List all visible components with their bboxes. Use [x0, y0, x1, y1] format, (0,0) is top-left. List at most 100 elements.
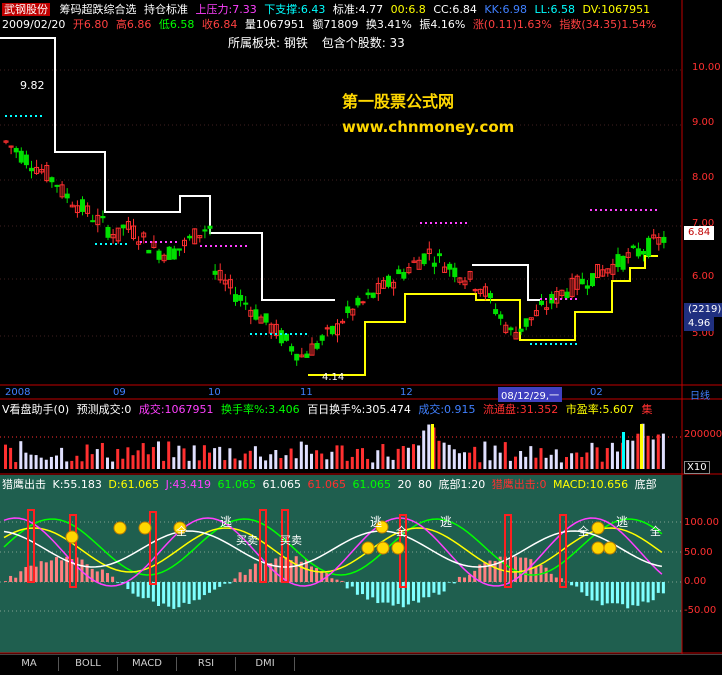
- volume-bar: [611, 443, 614, 469]
- sector-label: 所属板块: 钢铁: [228, 36, 308, 50]
- macd-histogram-bar: [193, 582, 196, 600]
- macd-histogram-bar: [96, 571, 99, 582]
- volume-bar: [213, 448, 216, 469]
- marker-dot: [240, 245, 242, 247]
- volume-bar: [381, 444, 384, 469]
- marker-dot: [290, 333, 292, 335]
- marker-dot: [615, 209, 617, 211]
- candle-body: [402, 272, 406, 278]
- volume-bar: [606, 448, 609, 469]
- escape-mark: 逃: [370, 513, 382, 530]
- marker-dot: [30, 115, 32, 117]
- volume-bar: [463, 452, 466, 469]
- marker-dot: [545, 298, 547, 300]
- macd-histogram-bar: [529, 559, 532, 582]
- marker-dot: [440, 222, 442, 224]
- marker-dot: [5, 115, 7, 117]
- tab-ma[interactable]: MA: [0, 657, 59, 671]
- macd-histogram-bar: [417, 582, 420, 603]
- macd-histogram-bar: [443, 582, 446, 591]
- marker-dot: [270, 333, 272, 335]
- volume-value: 成交:1067951: [139, 403, 214, 416]
- volume-bar: [652, 440, 655, 469]
- code-box: (2219): [684, 303, 722, 317]
- kdj-macd: MACD:10.656: [553, 478, 628, 491]
- volume-bar: [91, 454, 94, 469]
- volume-bar: [279, 458, 282, 469]
- indicator-tab-bar: MA BOLL MACD RSI DMI: [0, 654, 722, 675]
- volume-bar: [290, 449, 293, 469]
- volume-bar: [366, 459, 369, 469]
- kdj-axis-tick: -50.00: [684, 605, 716, 616]
- volume-bar: [254, 446, 257, 469]
- candle-body: [244, 303, 248, 304]
- indicator-name[interactable]: 筹码超跌综合选: [60, 3, 137, 16]
- volume-panel-title[interactable]: V看盘助手(0): [2, 403, 69, 416]
- marker-dot: [460, 222, 462, 224]
- macd-histogram-bar: [601, 582, 604, 605]
- volume-bar: [152, 447, 155, 469]
- macd-histogram-bar: [346, 582, 349, 588]
- candle-body: [234, 295, 238, 302]
- quote-amplitude: 振4.16%: [419, 18, 465, 31]
- volume-ratio: 成交:0.915: [418, 403, 475, 416]
- kdj-panel-header: 猎鹰出击 K:55.183 D:61.065 J:43.419 61.065 6…: [2, 476, 657, 492]
- volume-bar: [320, 454, 323, 469]
- candle-body: [540, 301, 544, 304]
- macd-histogram-bar: [244, 575, 247, 582]
- macd-histogram-bar: [14, 578, 17, 582]
- stock-name[interactable]: 武钢股份: [2, 3, 50, 16]
- period-label[interactable]: 日线: [690, 387, 710, 402]
- candle-body: [636, 249, 640, 256]
- volume-bar: [4, 445, 7, 469]
- tab-boll[interactable]: BOLL: [59, 657, 118, 671]
- volume-bar: [234, 459, 237, 469]
- tab-macd[interactable]: MACD: [118, 657, 177, 671]
- candle-body: [387, 276, 391, 286]
- candle-body: [279, 331, 283, 343]
- volume-bar: [631, 441, 634, 469]
- volume-bar: [402, 446, 405, 469]
- marker-dot: [430, 222, 432, 224]
- kk-value: KK:6.98: [484, 3, 527, 16]
- marker-dot: [455, 222, 457, 224]
- macd-histogram-bar: [295, 556, 298, 582]
- macd-histogram-bar: [45, 562, 48, 582]
- macd-histogram-bar: [336, 580, 339, 582]
- marker-dot: [165, 241, 167, 243]
- volume-bar: [30, 455, 33, 469]
- marker-dot: [275, 333, 277, 335]
- macd-histogram-bar: [381, 582, 384, 603]
- marker-dot: [260, 333, 262, 335]
- quote-index: 指数(34.35)1.54%: [559, 18, 656, 31]
- volume-bar: [86, 445, 89, 469]
- candle-body: [19, 151, 23, 162]
- price-tick: 6.00: [692, 271, 714, 282]
- price-tick: 8.00: [692, 172, 714, 183]
- macd-histogram-bar: [545, 568, 548, 582]
- volume-bar: [519, 451, 522, 469]
- candle-body: [264, 314, 268, 322]
- marker-dot: [10, 115, 12, 117]
- marker-dot: [420, 222, 422, 224]
- macd-histogram-bar: [228, 582, 231, 584]
- upper-pressure: 上压力:7.33: [196, 3, 257, 16]
- smiley-icon: [139, 522, 151, 534]
- volume-bar: [315, 450, 318, 469]
- macd-histogram-bar: [106, 573, 109, 582]
- tab-dmi[interactable]: DMI: [236, 657, 295, 671]
- macd-histogram-bar: [438, 582, 441, 595]
- tab-rsi[interactable]: RSI: [177, 657, 236, 671]
- candle-body: [81, 200, 85, 212]
- marker-dot: [570, 298, 572, 300]
- candle-body: [489, 294, 493, 298]
- macd-histogram-bar: [575, 582, 578, 587]
- candle-body: [494, 310, 498, 314]
- kdj-title[interactable]: 猎鹰出击: [2, 478, 46, 491]
- candle-body: [524, 319, 528, 327]
- volume-panel-header: V看盘助手(0) 预测成交:0 成交:1067951 换手率%:3.406 百日…: [2, 401, 652, 417]
- volume-bar: [540, 448, 543, 469]
- marker-dot: [170, 241, 172, 243]
- volume-bar: [142, 443, 145, 469]
- marker-dot: [305, 333, 307, 335]
